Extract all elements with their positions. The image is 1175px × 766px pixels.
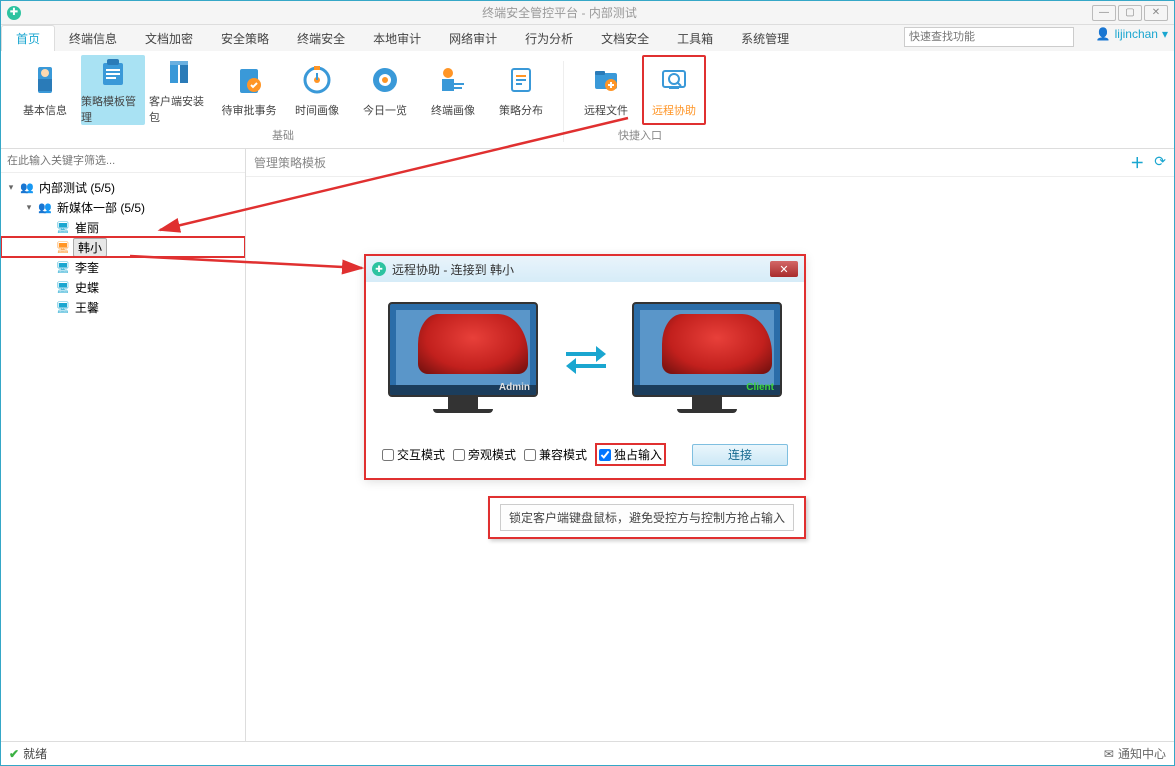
app-icon: ✚	[7, 6, 21, 20]
minimize-button[interactable]: —	[1092, 5, 1116, 21]
users-icon: 👥	[37, 200, 53, 214]
monitor-icon: 🖥	[55, 220, 71, 234]
ribbon-remote-assist[interactable]: 远程协助	[642, 55, 706, 125]
tooltip-highlight: 锁定客户端键盘鼠标，避免受控方与控制方抢占输入	[488, 496, 806, 539]
user-icon: 👤	[1096, 27, 1111, 41]
tab-behavior[interactable]: 行为分析	[511, 26, 587, 51]
refresh-icon[interactable]: ⟳	[1154, 153, 1166, 173]
tab-terminal-info[interactable]: 终端信息	[55, 26, 131, 51]
tooltip-text: 锁定客户端键盘鼠标，避免受控方与控制方抢占输入	[500, 504, 794, 531]
check-icon: ✔	[9, 747, 19, 761]
monitor-icon: 🖥	[55, 280, 71, 294]
ribbon-pending-approval[interactable]: 待审批事务	[217, 55, 281, 125]
titlebar: ✚ 终端安全管控平台 - 内部测试 — ▢ ✕	[1, 1, 1174, 25]
user-menu[interactable]: 👤 lijinchan ▾	[1096, 27, 1168, 41]
ribbon-remote-files[interactable]: 远程文件	[574, 55, 638, 125]
admin-monitor: Admin	[388, 302, 538, 413]
sync-arrows-icon	[560, 338, 610, 378]
tree-group[interactable]: ▾👥新媒体一部 (5/5)	[1, 197, 245, 217]
monitor-icon: 🖥	[55, 300, 71, 314]
users-icon: 👥	[19, 180, 35, 194]
status-ready: 就绪	[23, 745, 47, 762]
tree-user-4[interactable]: 🖥王馨	[1, 297, 245, 317]
ribbon-policy-distribute[interactable]: 策略分布	[489, 55, 553, 125]
tab-sysmanage[interactable]: 系统管理	[727, 26, 803, 51]
org-tree: ▾👥内部测试 (5/5) ▾👥新媒体一部 (5/5) 🖥崔丽 🖥韩小 🖥李奎 🖥…	[1, 173, 245, 741]
client-monitor: Client	[632, 302, 782, 413]
ribbon-basic-info[interactable]: 基本信息	[13, 55, 77, 125]
sidebar: ▾👥内部测试 (5/5) ▾👥新媒体一部 (5/5) 🖥崔丽 🖥韩小 🖥李奎 🖥…	[1, 149, 246, 741]
ribbon-today-view[interactable]: 今日一览	[353, 55, 417, 125]
tab-network-audit[interactable]: 网络审计	[435, 26, 511, 51]
opt-compat[interactable]: 兼容模式	[524, 446, 587, 463]
dialog-titlebar: ✚ 远程协助 - 连接到 韩小 ✕	[366, 256, 804, 282]
mail-icon: ✉	[1104, 747, 1114, 761]
close-button[interactable]: ✕	[1144, 5, 1168, 21]
tab-terminal-security[interactable]: 终端安全	[283, 26, 359, 51]
function-search-input[interactable]	[904, 27, 1074, 47]
remote-assist-dialog: ✚ 远程协助 - 连接到 韩小 ✕ Admin Client 交互模式 旁观模式…	[365, 255, 805, 479]
tab-security-policy[interactable]: 安全策略	[207, 26, 283, 51]
ribbon-group-basic-label: 基础	[272, 125, 294, 147]
ribbon-time-portrait[interactable]: 时间画像	[285, 55, 349, 125]
window-title: 终端安全管控平台 - 内部测试	[27, 4, 1092, 21]
tree-root[interactable]: ▾👥内部测试 (5/5)	[1, 177, 245, 197]
connect-button[interactable]: 连接	[692, 444, 788, 466]
tree-user-1[interactable]: 🖥韩小	[1, 237, 245, 257]
tree-filter-input[interactable]	[1, 149, 245, 172]
add-icon[interactable]: ＋	[1130, 153, 1144, 173]
ribbon-group-quick-label: 快捷入口	[618, 125, 662, 147]
monitor-icon: 🖥	[55, 260, 71, 274]
opt-interact[interactable]: 交互模式	[382, 446, 445, 463]
ribbon-client-install[interactable]: 客户端安装包	[149, 55, 213, 125]
ribbon: 基本信息 策略模板管理 客户端安装包 待审批事务 时间画像 今日一览 终端画像 …	[1, 51, 1174, 149]
notification-center[interactable]: ✉ 通知中心	[1104, 745, 1166, 762]
opt-exclusive[interactable]: 独占输入	[595, 443, 666, 466]
tree-user-0[interactable]: 🖥崔丽	[1, 217, 245, 237]
maximize-button[interactable]: ▢	[1118, 5, 1142, 21]
chevron-down-icon: ▾	[1162, 27, 1168, 41]
statusbar: ✔ 就绪 ✉ 通知中心	[1, 741, 1174, 765]
ribbon-terminal-portrait[interactable]: 终端画像	[421, 55, 485, 125]
tab-doc-encrypt[interactable]: 文档加密	[131, 26, 207, 51]
tab-local-audit[interactable]: 本地审计	[359, 26, 435, 51]
dialog-close-button[interactable]: ✕	[770, 261, 798, 277]
content-header: 管理策略模板 ＋ ⟳	[246, 149, 1174, 177]
opt-watch[interactable]: 旁观模式	[453, 446, 516, 463]
dialog-title-text: 远程协助 - 连接到 韩小	[392, 261, 514, 278]
menu-tabs: 首页 终端信息 文档加密 安全策略 终端安全 本地审计 网络审计 行为分析 文档…	[1, 25, 1174, 51]
tree-user-3[interactable]: 🖥史蝶	[1, 277, 245, 297]
tree-user-2[interactable]: 🖥李奎	[1, 257, 245, 277]
ribbon-policy-template[interactable]: 策略模板管理	[81, 55, 145, 125]
dialog-icon: ✚	[372, 262, 386, 276]
tab-home[interactable]: 首页	[1, 25, 55, 51]
monitor-icon: 🖥	[55, 240, 71, 254]
tab-doc-security[interactable]: 文档安全	[587, 26, 663, 51]
tab-toolbox[interactable]: 工具箱	[663, 26, 727, 51]
